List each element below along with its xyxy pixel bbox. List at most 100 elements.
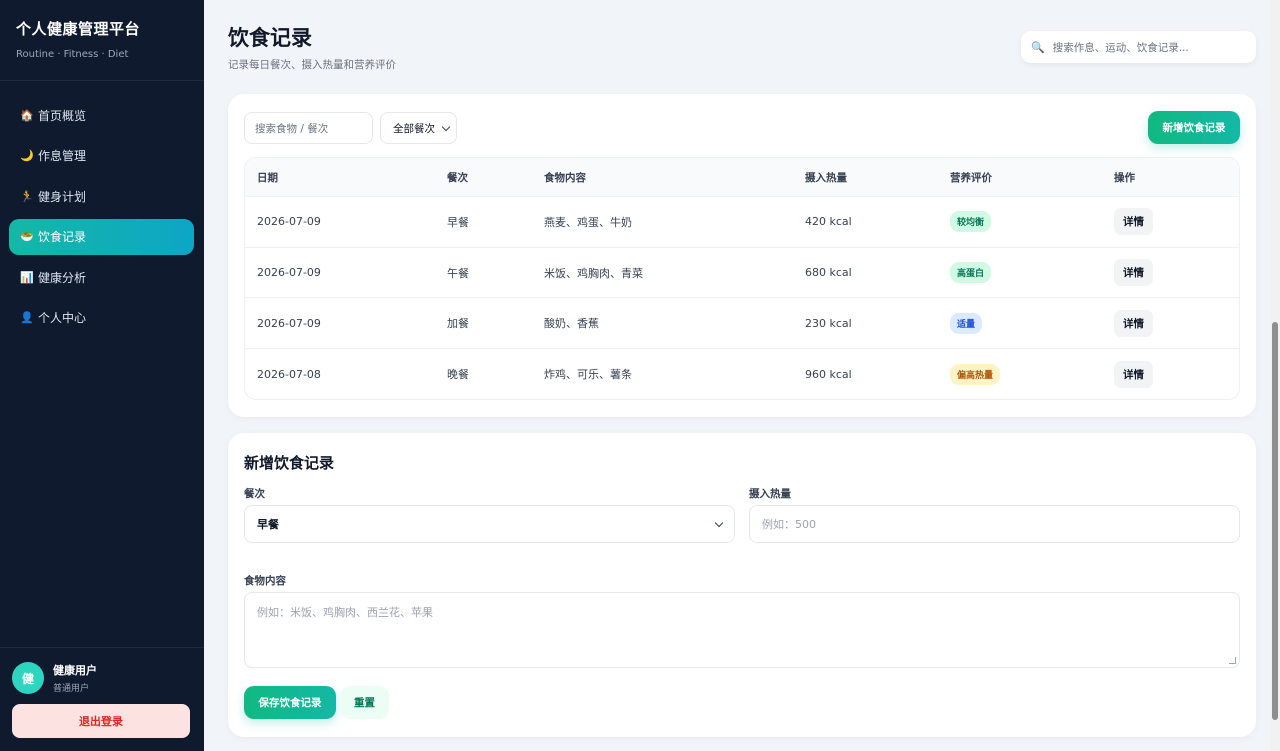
detail-button[interactable]: 详情	[1114, 309, 1153, 337]
moon-icon: 🌙	[20, 149, 34, 162]
table-header: 日期 餐次 食物内容 摄入热量 营养评价 操作	[245, 158, 1239, 197]
kcal-cell: 230 kcal	[805, 316, 852, 330]
add-record-form: 新增饮食记录 餐次 早餐 摄入热量 例如：500 食物内容 例如：米饭、鸡胸肉、…	[228, 433, 1256, 737]
user-role: 普通用户	[53, 684, 90, 694]
food-cell: 米饭、鸡胸肉、青菜	[544, 266, 643, 280]
sidebar-nav: 🏠 首页概览 🌙 作息管理 🏃 健身计划 🥗 饮食记录 📊 健康分析 👤 个人中…	[0, 81, 204, 336]
meal-label: 餐次	[244, 488, 265, 500]
meal-select[interactable]: 早餐	[244, 505, 735, 543]
detail-button[interactable]: 详情	[1114, 208, 1153, 236]
food-search-placeholder: 搜索食物 / 餐次	[255, 122, 329, 135]
page-subtitle: 记录每日餐次、摄入热量和营养评价	[228, 59, 396, 71]
search-icon: 🔍	[1031, 40, 1045, 54]
main-content: 饮食记录 记录每日餐次、摄入热量和营养评价 🔍 搜索作息、运动、饮食记录... …	[204, 0, 1270, 751]
column-header: 餐次	[447, 171, 468, 184]
date-cell: 2026-07-09	[257, 215, 321, 229]
kcal-label: 摄入热量	[749, 488, 791, 500]
food-placeholder: 例如：米饭、鸡胸肉、西兰花、苹果	[257, 606, 433, 619]
action-cell: 详情	[1114, 248, 1153, 298]
sidebar-item-profile[interactable]: 👤 个人中心	[9, 300, 194, 336]
chart-icon: 📊	[20, 270, 34, 284]
status-badge: 较均衡	[950, 211, 992, 233]
kcal-cell: 680 kcal	[805, 266, 852, 280]
detail-button[interactable]: 详情	[1114, 259, 1153, 287]
food-cell: 炸鸡、可乐、薯条	[544, 368, 632, 382]
salad-icon: 🥗	[20, 230, 34, 243]
runner-icon: 🏃	[20, 189, 34, 203]
kcal-input[interactable]: 例如：500	[749, 505, 1240, 543]
meal-cell: 午餐	[447, 266, 469, 280]
column-header: 食物内容	[544, 171, 586, 184]
page-title: 饮食记录	[228, 26, 312, 50]
status-badge: 偏高热量	[950, 363, 1001, 385]
action-cell: 详情	[1114, 197, 1153, 247]
table-row: 2026-07-09 早餐 燕麦、鸡蛋、牛奶 420 kcal 较均衡 详情	[245, 197, 1239, 248]
meal-select-value: 早餐	[257, 518, 279, 531]
brand-subtitle: Routine · Fitness · Diet	[16, 49, 129, 60]
chevron-down-icon	[714, 518, 724, 528]
meal-cell: 早餐	[447, 215, 469, 229]
chevron-down-icon	[441, 122, 451, 132]
food-cell: 燕麦、鸡蛋、牛奶	[544, 215, 632, 229]
rating-cell: 适量	[950, 298, 983, 348]
column-header: 日期	[257, 171, 278, 184]
date-cell: 2026-07-08	[257, 367, 321, 381]
home-icon: 🏠	[20, 108, 34, 122]
user-panel: 健 健康用户 普通用户 退出登录	[0, 647, 204, 751]
sidebar-item-routine[interactable]: 🌙 作息管理	[9, 138, 194, 174]
food-cell: 酸奶、香蕉	[544, 317, 599, 331]
meal-cell: 加餐	[447, 317, 469, 331]
action-cell: 详情	[1114, 298, 1153, 348]
rating-cell: 较均衡	[950, 197, 992, 247]
brand: 个人健康管理平台 Routine · Fitness · Diet	[0, 0, 204, 81]
sidebar: 个人健康管理平台 Routine · Fitness · Diet 🏠 首页概览…	[0, 0, 204, 751]
sidebar-item-diet[interactable]: 🥗 饮食记录	[9, 218, 194, 255]
avatar: 健	[12, 662, 44, 694]
resize-handle-icon[interactable]	[1229, 657, 1236, 664]
add-record-button[interactable]: 新增饮食记录	[1148, 111, 1240, 144]
sidebar-item-analysis[interactable]: 📊 健康分析	[9, 259, 194, 295]
food-textarea[interactable]: 例如：米饭、鸡胸肉、西兰花、苹果	[244, 592, 1240, 668]
rating-cell: 偏高热量	[950, 349, 1001, 399]
meal-cell: 晚餐	[447, 368, 469, 382]
sidebar-item-home[interactable]: 🏠 首页概览	[9, 97, 194, 133]
meal-filter-value: 全部餐次	[393, 122, 435, 135]
sidebar-item-label: 个人中心	[38, 311, 87, 325]
kcal-placeholder: 例如：500	[762, 518, 816, 531]
scrollbar-thumb[interactable]	[1272, 322, 1278, 720]
search-placeholder: 搜索作息、运动、饮食记录...	[1052, 41, 1189, 54]
food-search-input[interactable]: 搜索食物 / 餐次	[244, 112, 373, 144]
rating-cell: 高蛋白	[950, 248, 992, 298]
action-cell: 详情	[1114, 349, 1153, 399]
sidebar-item-label: 首页概览	[38, 108, 87, 123]
records-card: 搜索食物 / 餐次 全部餐次 新增饮食记录 日期 餐次 食物内容 摄入热量 营养…	[228, 94, 1256, 417]
status-badge: 适量	[950, 312, 983, 334]
food-label: 食物内容	[244, 575, 286, 587]
table-row: 2026-07-08 晚餐 炸鸡、可乐、薯条 960 kcal 偏高热量 详情	[245, 349, 1239, 399]
records-table: 日期 餐次 食物内容 摄入热量 营养评价 操作 2026-07-09 早餐 燕麦…	[244, 157, 1240, 400]
date-cell: 2026-07-09	[257, 316, 321, 330]
sidebar-item-fitness[interactable]: 🏃 健身计划	[9, 178, 194, 214]
table-row: 2026-07-09 加餐 酸奶、香蕉 230 kcal 适量 详情	[245, 298, 1239, 350]
status-badge: 高蛋白	[950, 262, 992, 284]
sidebar-item-label: 健康分析	[38, 270, 87, 285]
date-cell: 2026-07-09	[257, 266, 321, 280]
logout-button[interactable]: 退出登录	[12, 704, 190, 738]
kcal-cell: 960 kcal	[805, 367, 852, 381]
save-button[interactable]: 保存饮食记录	[244, 686, 336, 719]
table-row: 2026-07-09 午餐 米饭、鸡胸肉、青菜 680 kcal 高蛋白 详情	[245, 248, 1239, 299]
meal-filter-select[interactable]: 全部餐次	[380, 112, 457, 144]
form-title: 新增饮食记录	[244, 454, 335, 472]
global-search-input[interactable]: 🔍 搜索作息、运动、饮食记录...	[1021, 31, 1256, 63]
reset-button[interactable]: 重置	[340, 686, 389, 719]
scrollbar[interactable]	[1270, 0, 1280, 751]
kcal-cell: 420 kcal	[805, 215, 852, 229]
sidebar-item-label: 作息管理	[38, 149, 87, 163]
sidebar-item-label: 健身计划	[38, 189, 87, 204]
column-header: 操作	[1114, 171, 1135, 184]
brand-title: 个人健康管理平台	[16, 20, 141, 38]
column-header: 营养评价	[950, 171, 992, 184]
column-header: 摄入热量	[805, 171, 847, 184]
sidebar-item-label: 饮食记录	[38, 230, 87, 244]
detail-button[interactable]: 详情	[1114, 360, 1153, 388]
